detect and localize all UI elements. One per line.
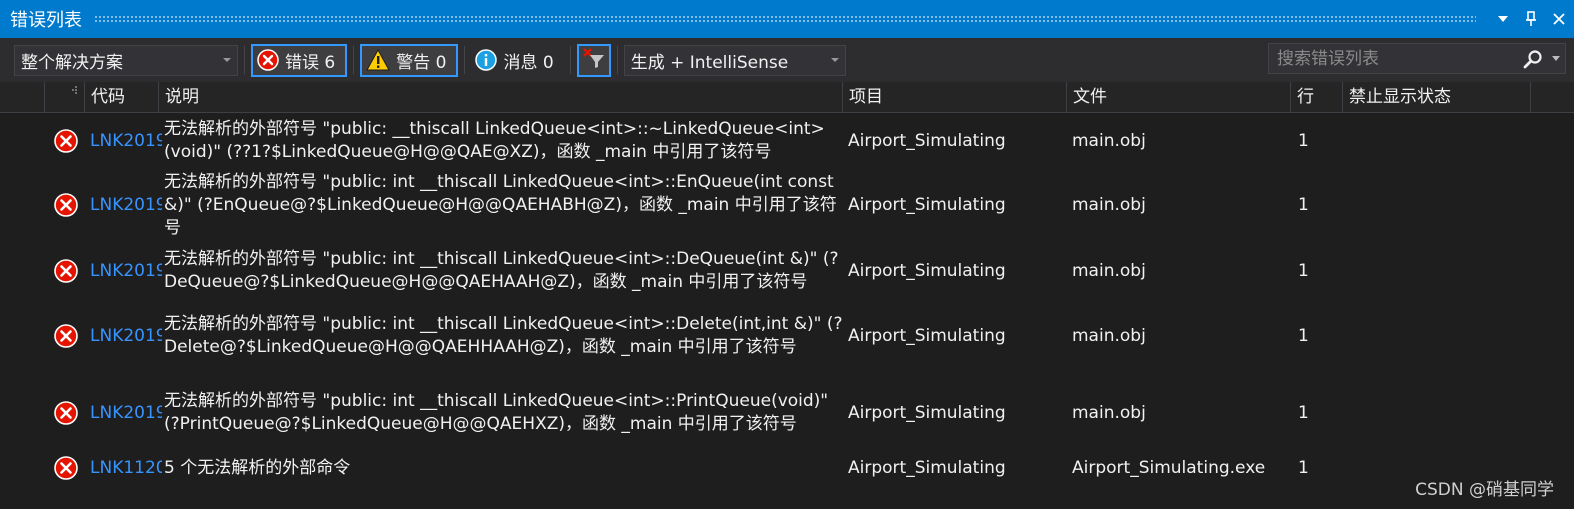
error-icon — [52, 113, 80, 168]
errors-filter-button[interactable]: 错误 6 — [251, 43, 348, 77]
error-project: Airport_Simulating — [848, 403, 1006, 423]
table-row[interactable]: LNK1120 5 个无法解析的外部命令 Airport_Simulating … — [0, 453, 1574, 483]
clear-filter-icon — [582, 47, 606, 74]
error-description: 无法解析的外部符号 "public: int __thiscall Linked… — [164, 314, 843, 357]
build-filter-dropdown[interactable]: 生成 + IntelliSense — [623, 44, 846, 76]
error-icon — [52, 373, 80, 453]
error-file: Airport_Simulating.exe — [1072, 458, 1266, 478]
pin-icon[interactable] — [1518, 6, 1544, 32]
error-project: Airport_Simulating — [848, 260, 1006, 281]
chevron-down-icon — [830, 58, 839, 62]
error-list-titlebar: 错误列表 — [0, 0, 1574, 38]
column-header-description[interactable]: 说明 — [158, 82, 842, 113]
error-line: 1 — [1298, 403, 1309, 423]
search-icon[interactable] — [1519, 49, 1547, 69]
error-file: main.obj — [1072, 326, 1146, 346]
error-file: main.obj — [1072, 260, 1146, 281]
table-row[interactable]: LNK2019 无法解析的外部符号 "public: int __thiscal… — [0, 299, 1574, 373]
error-file: main.obj — [1072, 130, 1146, 151]
close-icon[interactable] — [1546, 6, 1572, 32]
error-project: Airport_Simulating — [848, 195, 1006, 215]
error-code-link[interactable]: LNK1120 — [90, 453, 162, 483]
table-row[interactable]: LNK2019 无法解析的外部符号 "public: int __thiscal… — [0, 242, 1574, 299]
warning-icon — [366, 49, 391, 71]
window-dropdown-icon[interactable] — [1490, 6, 1516, 32]
warnings-filter-label: 警告 0 — [396, 52, 447, 73]
errors-filter-label: 错误 6 — [285, 52, 336, 73]
chevron-down-icon — [223, 58, 231, 62]
table-row[interactable]: LNK2019 无法解析的外部符号 "public: int __thiscal… — [0, 373, 1574, 453]
column-header-project[interactable]: 项目 — [842, 82, 1066, 113]
error-description: 5 个无法解析的外部命令 — [164, 457, 351, 478]
error-code-link[interactable]: LNK2019 — [90, 168, 162, 242]
column-header-line[interactable]: 行 — [1290, 82, 1342, 113]
error-icon — [52, 168, 80, 242]
table-row[interactable]: LNK2019 无法解析的外部符号 "public: int __thiscal… — [0, 168, 1574, 242]
error-description: 无法解析的外部符号 "public: int __thiscall Linked… — [164, 248, 839, 292]
search-input[interactable] — [1277, 48, 1507, 69]
toolbar-separator — [616, 46, 618, 74]
scope-dropdown-value: 整个解决方案 — [21, 52, 123, 73]
info-icon — [475, 49, 498, 71]
toolbar-separator — [464, 46, 466, 74]
search-box — [1268, 43, 1566, 74]
error-icon — [52, 453, 80, 483]
toolbar-separator — [569, 46, 571, 74]
error-line: 1 — [1298, 458, 1309, 478]
column-header-filler — [1530, 82, 1564, 113]
window-title: 错误列表 — [10, 10, 82, 31]
error-code-link[interactable]: LNK2019 — [90, 299, 162, 373]
error-icon — [52, 299, 80, 373]
error-line: 1 — [1298, 326, 1309, 346]
error-code-link[interactable]: LNK2019 — [90, 113, 162, 168]
error-file: main.obj — [1072, 403, 1146, 423]
error-list-toolbar: 整个解决方案 错误 6 警告 0 消息 0 生成 + IntelliSense — [0, 38, 1574, 82]
build-filter-value: 生成 + IntelliSense — [630, 52, 789, 73]
error-line: 1 — [1298, 260, 1309, 281]
error-description: 无法解析的外部符号 "public: int __thiscall Linked… — [164, 171, 837, 238]
error-code-link[interactable]: LNK2019 — [90, 373, 162, 453]
sort-grip-icon — [72, 86, 77, 94]
column-header-suppression[interactable]: 禁止显示状态 — [1342, 82, 1530, 113]
error-line: 1 — [1298, 130, 1309, 151]
error-project: Airport_Simulating — [848, 458, 1006, 478]
watermark: CSDN @硝基同学 — [1415, 480, 1554, 500]
warnings-filter-button[interactable]: 警告 0 — [360, 43, 459, 77]
error-project: Airport_Simulating — [848, 130, 1006, 151]
toolbar-separator — [353, 46, 355, 74]
error-icon — [52, 242, 80, 299]
column-header-code[interactable]: 代码 — [84, 82, 158, 113]
search-options-icon[interactable] — [1547, 55, 1565, 62]
column-header-file[interactable]: 文件 — [1066, 82, 1290, 113]
error-description: 无法解析的外部符号 "public: __thiscall LinkedQueu… — [164, 118, 825, 162]
error-file: main.obj — [1072, 195, 1146, 215]
error-project: Airport_Simulating — [848, 326, 1006, 346]
column-header-row: 代码 说明 项目 文件 行 禁止显示状态 — [0, 82, 1574, 113]
error-list-rows: LNK2019 无法解析的外部符号 "public: __thiscall Li… — [0, 113, 1574, 509]
titlebar-grip[interactable] — [94, 15, 1476, 23]
clear-filter-button[interactable] — [576, 43, 611, 77]
error-line: 1 — [1298, 195, 1309, 215]
error-code-link[interactable]: LNK2019 — [90, 242, 162, 299]
error-icon — [257, 49, 279, 71]
error-description: 无法解析的外部符号 "public: int __thiscall Linked… — [164, 391, 829, 434]
table-row[interactable]: LNK2019 无法解析的外部符号 "public: __thiscall Li… — [0, 113, 1574, 168]
column-header-icon[interactable] — [44, 82, 84, 113]
messages-filter-label: 消息 0 — [503, 52, 554, 73]
messages-filter-button[interactable]: 消息 0 — [471, 44, 563, 77]
toolbar-separator — [244, 46, 245, 74]
scope-dropdown[interactable]: 整个解决方案 — [14, 44, 238, 76]
